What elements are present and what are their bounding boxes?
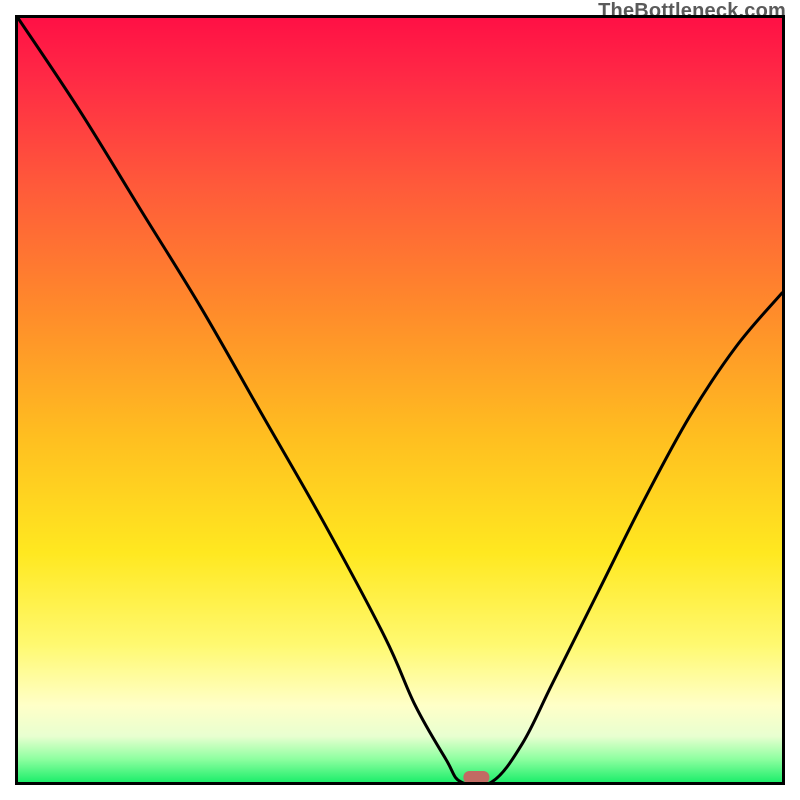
bottleneck-curve bbox=[18, 18, 782, 782]
optimal-marker bbox=[463, 771, 489, 782]
chart-stage: TheBottleneck.com bbox=[0, 0, 800, 800]
bottleneck-curve-svg bbox=[18, 18, 782, 782]
plot-area bbox=[15, 15, 785, 785]
